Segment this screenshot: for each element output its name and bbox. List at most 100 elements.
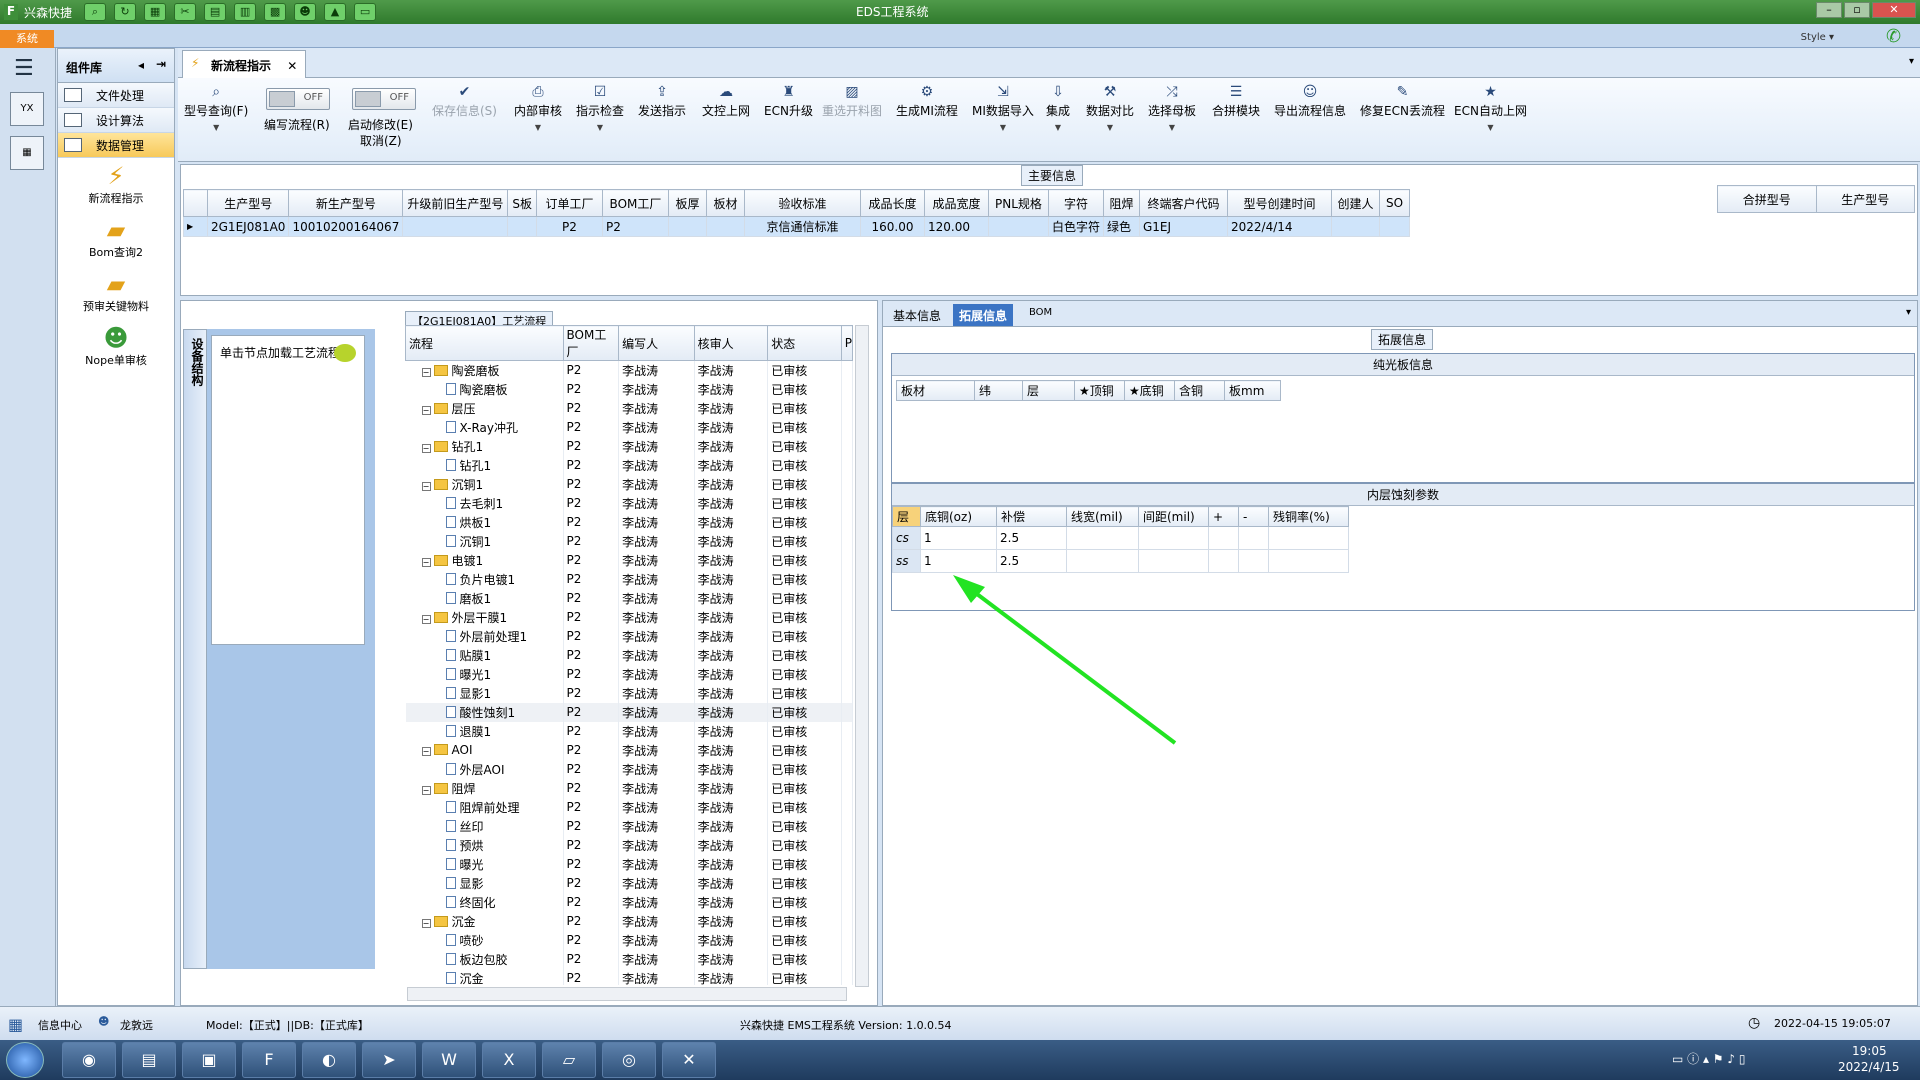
- tree-factory-cell[interactable]: P2: [563, 968, 620, 985]
- tree-status-cell[interactable]: 已审核: [767, 816, 842, 836]
- mi-data-import-button[interactable]: ⇲ MI数据导入 ▼: [972, 82, 1034, 132]
- taskbar-app-eye-icon[interactable]: ◎: [602, 1042, 656, 1078]
- tree-row[interactable]: − 电镀1 P2 李战涛 李战涛 已审核: [405, 550, 853, 570]
- column-header[interactable]: 订单工厂: [535, 189, 603, 217]
- tree-node-cell[interactable]: 烘板1: [405, 512, 564, 532]
- tree-factory-cell[interactable]: P2: [563, 835, 620, 855]
- tree-node-cell[interactable]: − 沉铜1: [405, 474, 564, 494]
- tree-reviewer-cell[interactable]: 李战涛: [694, 626, 769, 646]
- cancel-label[interactable]: 取消(Z): [360, 132, 402, 149]
- tree-node-cell[interactable]: 曝光: [405, 854, 564, 874]
- tree-node-cell[interactable]: − 电镀1: [405, 550, 564, 570]
- tab-new-flow[interactable]: ⚡ 新流程指示 ✕: [182, 50, 307, 78]
- tree-status-cell[interactable]: 已审核: [767, 398, 842, 418]
- cell-width[interactable]: 120.00: [923, 216, 989, 237]
- tree-reviewer-cell[interactable]: 李战涛: [694, 645, 769, 665]
- tree-writer-cell[interactable]: 李战涛: [618, 436, 695, 456]
- expand-toggle-icon[interactable]: −: [421, 443, 431, 453]
- tree-node-cell[interactable]: 丝印: [405, 816, 564, 836]
- tree-status-cell[interactable]: 已审核: [767, 379, 842, 399]
- tree-reviewer-cell[interactable]: 李战涛: [694, 816, 769, 836]
- cell-thickness[interactable]: [667, 216, 707, 237]
- expand-toggle-icon[interactable]: −: [421, 405, 431, 415]
- tree-row[interactable]: 酸性蚀刻1 P2 李战涛 李战涛 已审核: [405, 702, 853, 722]
- tree-writer-cell[interactable]: 李战涛: [618, 854, 695, 874]
- tree-node-cell[interactable]: − 层压: [405, 398, 564, 418]
- tree-node-cell[interactable]: 外层前处理1: [405, 626, 564, 646]
- tree-factory-cell[interactable]: P2: [563, 550, 620, 570]
- cell-material[interactable]: [705, 216, 745, 237]
- tree-node-cell[interactable]: 陶瓷磨板: [405, 379, 564, 399]
- reselect-cutting-button[interactable]: ▨ 重选开料图: [822, 82, 882, 119]
- tree-status-cell[interactable]: 已审核: [767, 493, 842, 513]
- tree-row[interactable]: 板边包胶 P2 李战涛 李战涛 已审核: [405, 949, 853, 969]
- load-flow-hint-box[interactable]: 单击节点加载工艺流程: [211, 335, 365, 645]
- tree-reviewer-cell[interactable]: 李战涛: [694, 360, 769, 380]
- tree-writer-cell[interactable]: 李战涛: [618, 892, 695, 912]
- maximize-button[interactable]: ▫: [1844, 2, 1870, 18]
- tree-row[interactable]: X-Ray冲孔 P2 李战涛 李战涛 已审核: [405, 417, 853, 437]
- write-flow-toggle[interactable]: OFF: [266, 88, 330, 110]
- taskbar-app-word-icon[interactable]: W: [422, 1042, 476, 1078]
- tree-status-cell[interactable]: 已审核: [767, 759, 842, 779]
- tree-row[interactable]: 沉金 P2 李战涛 李战涛 已审核: [405, 968, 853, 985]
- cell-s-board[interactable]: [507, 216, 537, 237]
- launcher-nope-review[interactable]: ☻ Nope单审核: [58, 320, 174, 374]
- tree-node-cell[interactable]: 终固化: [405, 892, 564, 912]
- cell-so[interactable]: [1378, 216, 1410, 237]
- internal-review-button[interactable]: ⎙ 内部审核 ▼: [514, 82, 562, 132]
- tree-node-cell[interactable]: − 沉金: [405, 911, 564, 931]
- grid-icon[interactable]: ▤: [204, 3, 227, 21]
- tree-writer-cell[interactable]: 李战涛: [618, 702, 695, 722]
- column-header[interactable]: 合拼型号: [1717, 185, 1817, 213]
- tree-reviewer-cell[interactable]: 李战涛: [694, 759, 769, 779]
- tree-node-cell[interactable]: − AOI: [405, 740, 564, 760]
- indication-check-button[interactable]: ☑ 指示检查 ▼: [576, 82, 624, 132]
- tree-status-cell[interactable]: 已审核: [767, 474, 842, 494]
- tree-factory-cell[interactable]: P2: [563, 493, 620, 513]
- tree-node-cell[interactable]: − 外层干膜1: [405, 607, 564, 627]
- tree-writer-cell[interactable]: 李战涛: [618, 721, 695, 741]
- tree-factory-cell[interactable]: P2: [563, 436, 620, 456]
- ecn-auto-online-button[interactable]: ★ ECN自动上网 ▼: [1454, 82, 1527, 132]
- tree-row[interactable]: 阻焊前处理 P2 李战涛 李战涛 已审核: [405, 797, 853, 817]
- tree-status-cell[interactable]: 已审核: [767, 683, 842, 703]
- cell-character[interactable]: 白色字符: [1047, 216, 1104, 237]
- column-header[interactable]: 型号创建时间: [1226, 189, 1332, 217]
- tree-vertical-scrollbar[interactable]: [855, 325, 869, 987]
- tree-node-cell[interactable]: 酸性蚀刻1: [405, 702, 564, 722]
- tree-reviewer-cell[interactable]: 李战涛: [694, 474, 769, 494]
- tree-row[interactable]: 退膜1 P2 李战涛 李战涛 已审核: [405, 721, 853, 741]
- tree-status-cell[interactable]: 已审核: [767, 892, 842, 912]
- tree-status-cell[interactable]: 已审核: [767, 645, 842, 665]
- tree-status-cell[interactable]: 已审核: [767, 569, 842, 589]
- mountain-icon[interactable]: ▲: [324, 3, 347, 21]
- tree-row[interactable]: − 钻孔1 P2 李战涛 李战涛 已审核: [405, 436, 853, 456]
- tree-row[interactable]: − 陶瓷磨板 P2 李战涛 李战涛 已审核: [405, 360, 853, 380]
- tree-factory-cell[interactable]: P2: [563, 626, 620, 646]
- tree-factory-cell[interactable]: P2: [563, 759, 620, 779]
- cell-pnl[interactable]: [987, 216, 1049, 237]
- expand-toggle-icon[interactable]: −: [421, 614, 431, 624]
- tree-factory-cell[interactable]: P2: [563, 379, 620, 399]
- tree-reviewer-cell[interactable]: 李战涛: [694, 683, 769, 703]
- tree-status-cell[interactable]: 已审核: [767, 512, 842, 532]
- cell-length[interactable]: 160.00: [859, 216, 925, 237]
- tree-reviewer-cell[interactable]: 李战涛: [694, 588, 769, 608]
- lib-item-file-processing[interactable]: 文件处理: [58, 83, 174, 108]
- tree-writer-cell[interactable]: 李战涛: [618, 873, 695, 893]
- tree-node-cell[interactable]: 显影1: [405, 683, 564, 703]
- tree-status-cell[interactable]: 已审核: [767, 835, 842, 855]
- tree-reviewer-cell[interactable]: 李战涛: [694, 949, 769, 969]
- tree-reviewer-cell[interactable]: 李战涛: [694, 778, 769, 798]
- tree-writer-cell[interactable]: 李战涛: [618, 816, 695, 836]
- tree-row[interactable]: − 沉金 P2 李战涛 李战涛 已审核: [405, 911, 853, 931]
- tree-reviewer-cell[interactable]: 李战涛: [694, 854, 769, 874]
- tree-row[interactable]: 钻孔1 P2 李战涛 李战涛 已审核: [405, 455, 853, 475]
- taskbar-app-shell-icon[interactable]: ◉: [62, 1042, 116, 1078]
- tree-reviewer-cell[interactable]: 李战涛: [694, 417, 769, 437]
- tree-row[interactable]: − 沉铜1 P2 李战涛 李战涛 已审核: [405, 474, 853, 494]
- tree-node-cell[interactable]: 沉金: [405, 968, 564, 985]
- tree-factory-cell[interactable]: P2: [563, 702, 620, 722]
- column-header[interactable]: 成品长度: [859, 189, 925, 217]
